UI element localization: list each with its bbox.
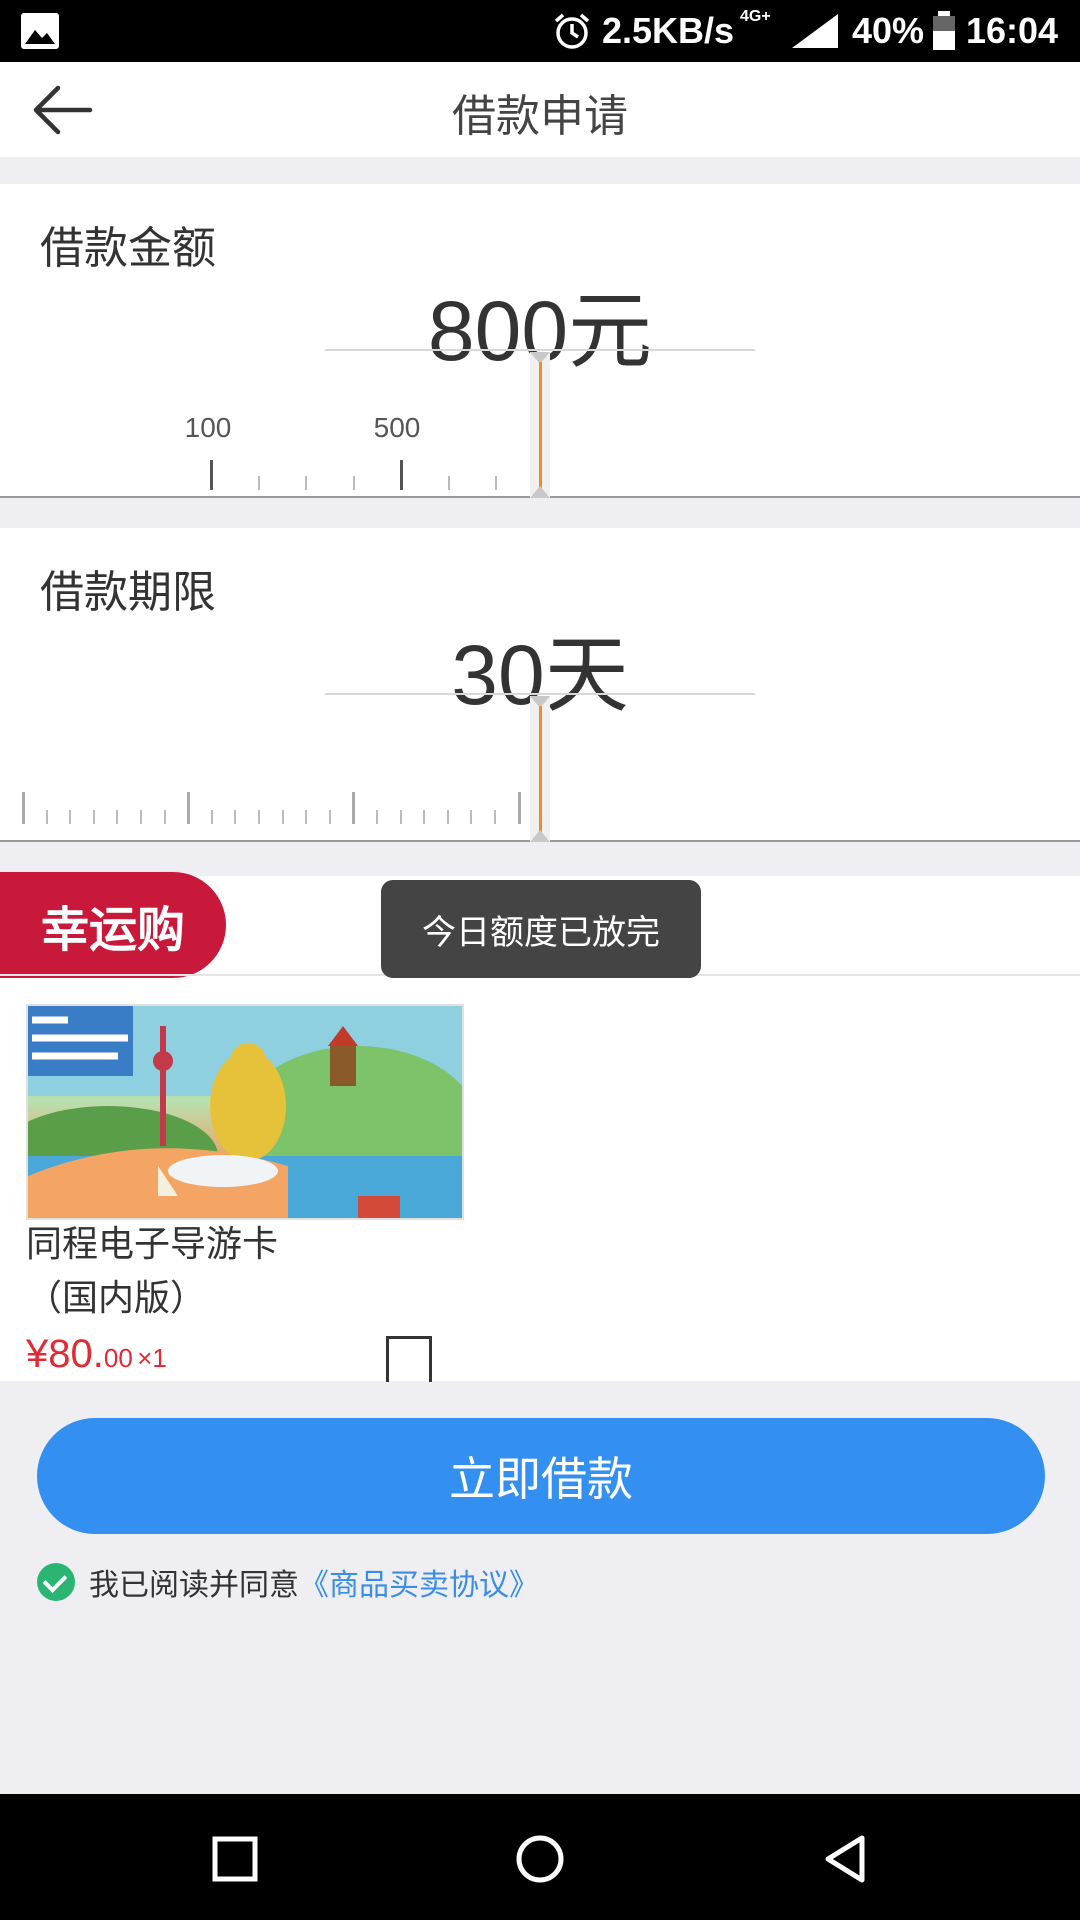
price-main: ¥80. bbox=[26, 1332, 104, 1376]
term-label: 借款期限 bbox=[40, 567, 216, 618]
product-quantity: ×1 bbox=[137, 1343, 167, 1373]
ruler-minor-tick bbox=[423, 810, 426, 824]
amount-card: 借款金额 800元 100 500 bbox=[0, 184, 1080, 498]
product-name: 同程电子导游卡（国内版） bbox=[26, 1224, 279, 1319]
ruler-major-tick bbox=[210, 460, 213, 490]
price-cents: 00 bbox=[103, 1343, 133, 1373]
network-type: 4G+ bbox=[740, 8, 771, 25]
term-card: 借款期限 30天 bbox=[0, 528, 1080, 842]
ruler-minor-tick bbox=[116, 810, 119, 824]
battery-icon bbox=[933, 11, 955, 50]
ruler-major-tick bbox=[352, 792, 356, 824]
clock: 16:04 bbox=[966, 10, 1059, 51]
ruler-minor-tick bbox=[352, 476, 355, 490]
amount-tick-label-500: 500 bbox=[373, 412, 421, 443]
back-triangle-icon[interactable] bbox=[820, 1834, 870, 1884]
ruler-minor-tick bbox=[69, 810, 72, 824]
ruler-minor-tick bbox=[163, 810, 166, 824]
ruler-minor-tick bbox=[45, 810, 48, 824]
ruler-minor-tick bbox=[140, 810, 142, 824]
agreement-link[interactable]: 《商品买卖协议》 bbox=[299, 1560, 539, 1604]
ruler-minor-tick bbox=[376, 810, 378, 824]
ruler-minor-tick bbox=[447, 476, 450, 490]
ruler-minor-tick bbox=[495, 476, 497, 490]
ruler-minor-tick bbox=[258, 810, 260, 824]
amount-slider-indicator[interactable] bbox=[530, 352, 550, 498]
ruler-minor-tick bbox=[257, 476, 260, 490]
alarm-icon bbox=[554, 13, 590, 49]
toast-message: 今日额度已放完 bbox=[381, 880, 701, 978]
ruler-major-tick bbox=[517, 792, 521, 824]
ruler-minor-tick bbox=[328, 810, 331, 824]
ruler-minor-tick bbox=[446, 810, 449, 824]
page-title: 借款申请 bbox=[452, 91, 628, 142]
term-value-underline bbox=[325, 693, 755, 695]
ruler-minor-tick bbox=[92, 810, 95, 824]
agreement-row: 我已阅读并同意 《商品买卖协议》 bbox=[37, 1560, 539, 1604]
ruler-minor-tick bbox=[399, 810, 402, 824]
ruler-minor-tick bbox=[305, 476, 307, 490]
submit-loan-button[interactable]: 立即借款 bbox=[37, 1418, 1045, 1534]
title-bar: 借款申请 bbox=[0, 62, 1080, 157]
agreement-text: 我已阅读并同意 bbox=[89, 1568, 299, 1603]
amount-label: 借款金额 bbox=[40, 223, 216, 274]
navigation-bar bbox=[0, 1794, 1080, 1920]
lucky-buy-badge: 幸运购 bbox=[0, 872, 226, 978]
check-circle-icon[interactable] bbox=[37, 1563, 75, 1601]
status-bar: 2.5KB/s 4G+ 40% 16:04 bbox=[0, 0, 1080, 62]
ruler-minor-tick bbox=[470, 810, 473, 824]
product-checkbox[interactable] bbox=[386, 1336, 432, 1382]
ruler-minor-tick bbox=[494, 810, 496, 824]
signal-icon bbox=[792, 14, 838, 48]
amount-value-underline bbox=[325, 349, 755, 351]
ruler-major-tick bbox=[187, 792, 191, 824]
ruler-minor-tick bbox=[305, 810, 308, 824]
battery-percent: 40% bbox=[852, 10, 925, 51]
recent-apps-icon[interactable] bbox=[210, 1834, 260, 1884]
image-icon bbox=[21, 13, 59, 49]
network-speed: 2.5KB/s bbox=[602, 10, 735, 51]
term-slider-indicator[interactable] bbox=[530, 696, 550, 842]
ruler-minor-tick bbox=[281, 810, 284, 824]
ruler-major-tick bbox=[22, 792, 25, 824]
ruler-minor-tick bbox=[210, 810, 213, 824]
amount-tick-label-100: 100 bbox=[184, 412, 232, 443]
home-icon[interactable] bbox=[515, 1834, 565, 1884]
product-price: ¥80.00 ×1 bbox=[26, 1332, 167, 1377]
product-image[interactable] bbox=[26, 1004, 464, 1220]
ruler-major-tick bbox=[400, 460, 403, 490]
ruler-minor-tick bbox=[234, 810, 237, 824]
